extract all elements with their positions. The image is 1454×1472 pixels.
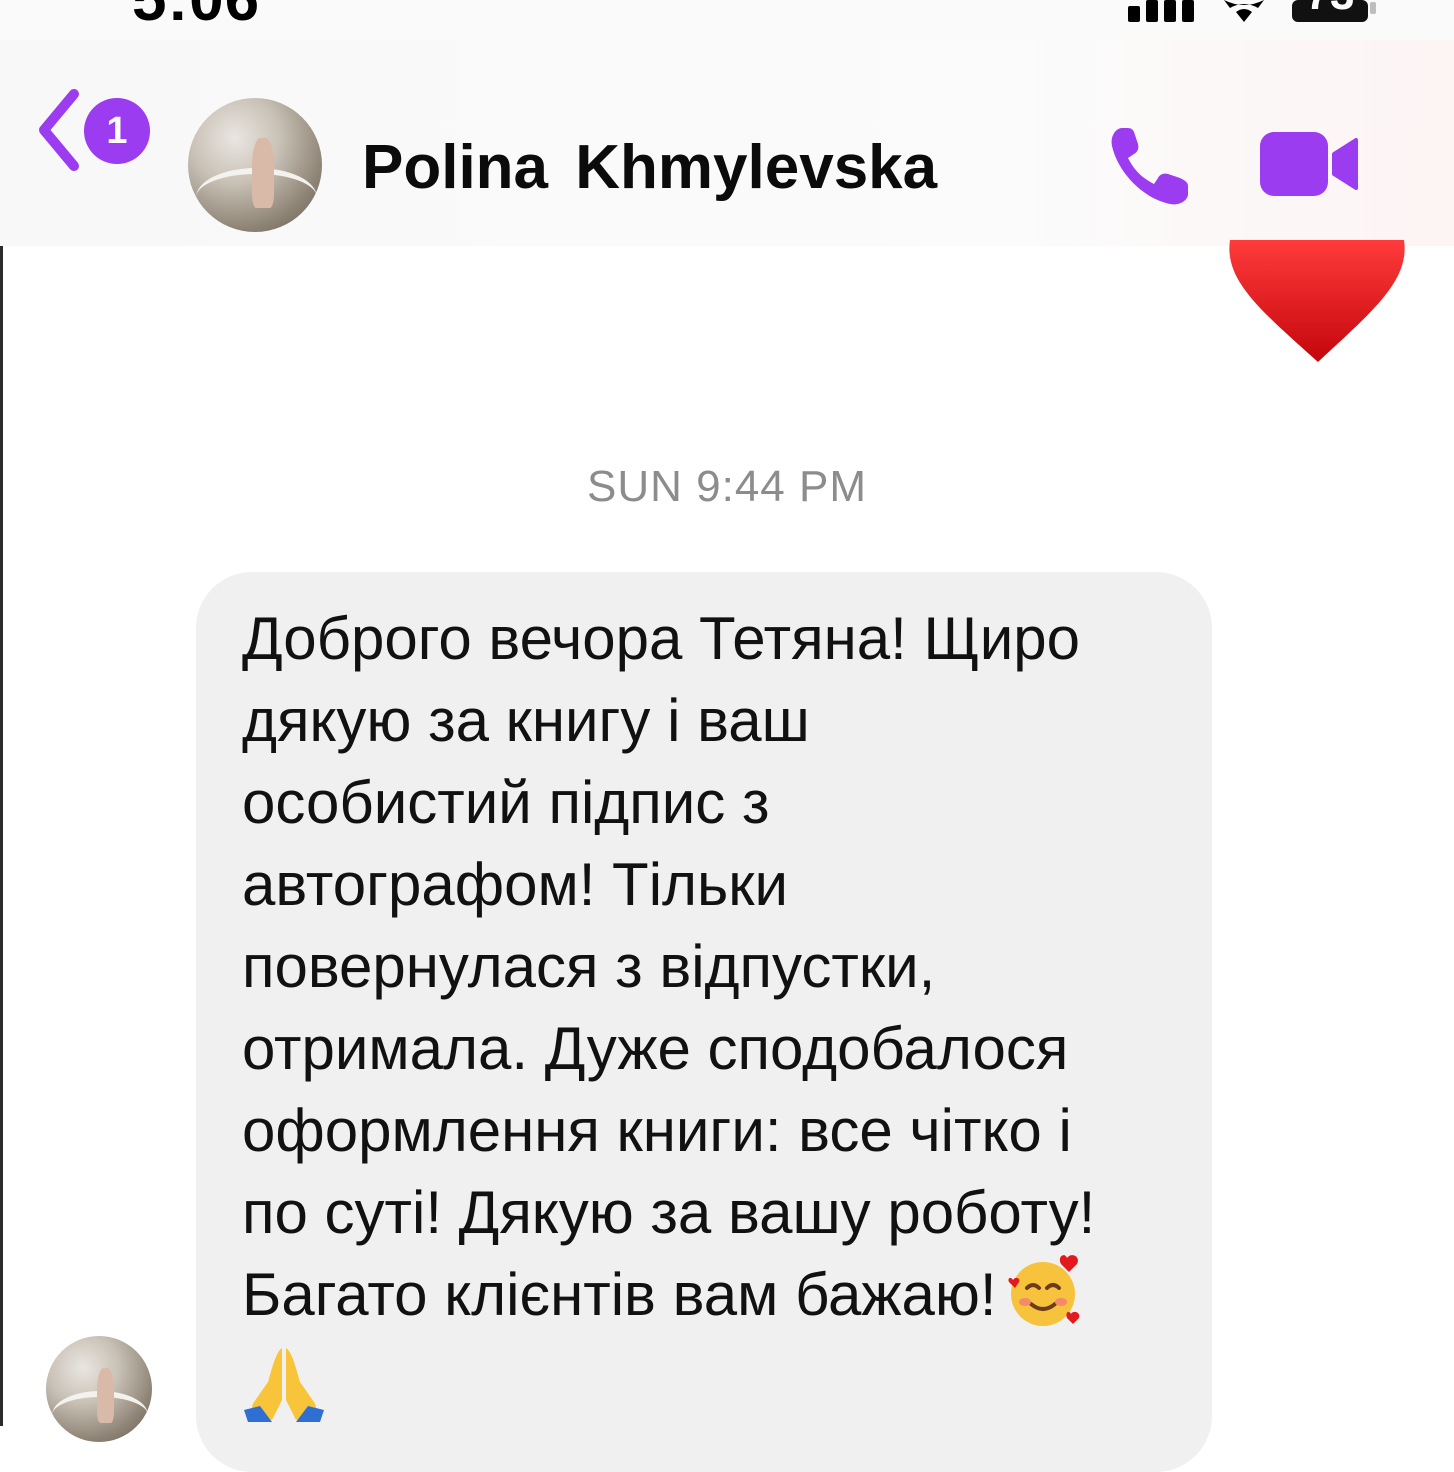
folded-hands-icon	[244, 1348, 324, 1423]
red-heart-icon	[1229, 240, 1405, 362]
status-time: 5:06	[132, 0, 260, 35]
battery-level: 73	[1296, 0, 1364, 20]
message-line: дякую за книгу і ваш	[242, 687, 810, 754]
video-camera-icon[interactable]	[1256, 128, 1362, 200]
message-line: особистий підпис з	[242, 769, 770, 836]
message-timestamp: SUN 9:44 PM	[587, 462, 867, 511]
message-line: Багато клієнтів вам бажаю!	[242, 1261, 997, 1328]
message-line-emoji	[242, 1338, 1202, 1423]
back-button[interactable]: 1	[30, 80, 160, 180]
message-text: Доброго вечора Тетяна! Щиро дякую за кни…	[242, 598, 1202, 1423]
message-line: отримала. Дуже сподобалося	[242, 1015, 1069, 1082]
contact-avatar[interactable]	[188, 98, 322, 232]
message-line: Доброго вечора Тетяна! Щиро	[242, 605, 1080, 672]
message-line: повернулася з відпустки,	[242, 933, 936, 1000]
phone-icon[interactable]	[1104, 122, 1194, 212]
unread-count-badge: 1	[84, 98, 150, 164]
message-line: автографом! Тільки	[242, 851, 789, 918]
avatar-photo-figure	[252, 138, 274, 208]
sender-avatar[interactable]	[46, 1336, 152, 1442]
contact-name[interactable]: Polina Khmylevska	[362, 132, 937, 203]
message-line: по суті! Дякую за вашу роботу!	[242, 1179, 1096, 1246]
wifi-icon	[1224, 0, 1264, 22]
message-line: оформлення книги: все чітко і	[242, 1097, 1072, 1164]
avatar-photo-figure	[96, 1367, 114, 1423]
cellular-signal-icon	[1128, 0, 1194, 22]
message-line-last: Багато клієнтів вам бажаю!	[242, 1254, 1202, 1338]
chevron-left-icon	[39, 89, 79, 171]
status-bar: 5:06 73	[0, 0, 1454, 40]
smiling-face-with-hearts-icon	[1008, 1255, 1079, 1327]
